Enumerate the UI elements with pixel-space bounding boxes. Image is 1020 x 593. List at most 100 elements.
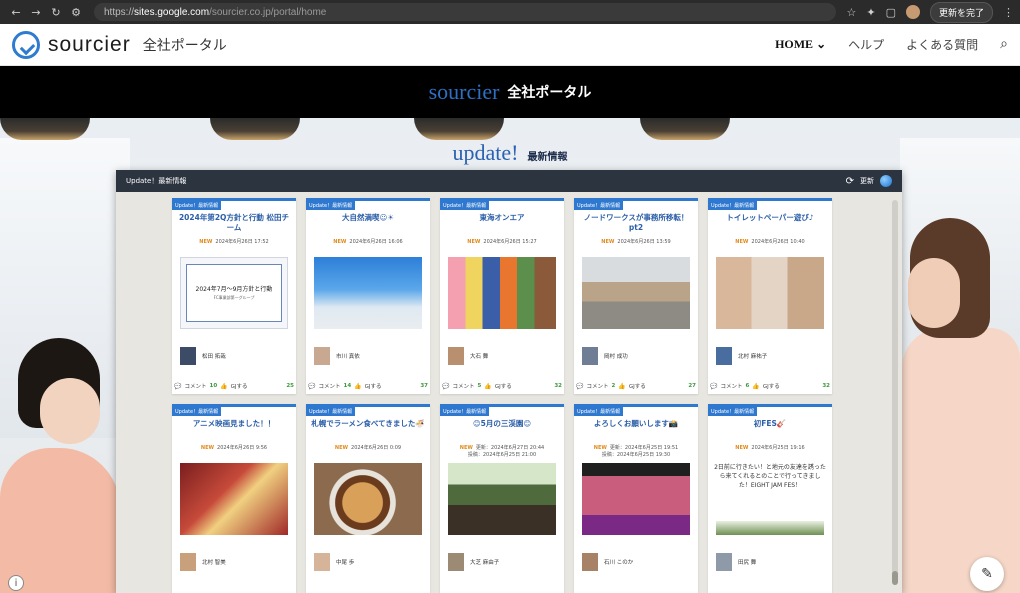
nav-home[interactable]: HOME ⌄: [775, 37, 826, 52]
hero-background: update! 最新情報 Update！最新情報 ⟳ 更新 Update！最新情…: [0, 118, 1020, 593]
card-thumbnail[interactable]: [716, 257, 824, 329]
like-icon[interactable]: 👍: [354, 383, 361, 390]
update-card[interactable]: Update！最新情報 トイレットペーパー遊び♪ NEW 2024年6月26日 1…: [708, 198, 832, 394]
site-brand[interactable]: sourcier: [48, 33, 131, 57]
update-card[interactable]: Update！最新情報 大自然満喫☺☀ NEW 2024年6月26日 16:06 …: [306, 198, 430, 394]
card-thumbnail[interactable]: 2024年7月〜9月方針と行動 FC事業部第一グループ: [180, 257, 288, 329]
comment-icon[interactable]: 💬: [442, 383, 449, 390]
card-title[interactable]: ノードワークスが事務所移転！pt2: [578, 213, 694, 233]
back-icon[interactable]: ←: [6, 6, 26, 19]
card-title[interactable]: 大自然満喫☺☀: [310, 213, 426, 223]
card-thumbnail[interactable]: [582, 463, 690, 535]
comment-label[interactable]: コメント: [586, 382, 608, 390]
update-card[interactable]: Update！最新情報 札幌でラーメン食べてきました🍜 NEW 2024年6月26…: [306, 404, 430, 593]
card-tag: Update！最新情報: [440, 201, 490, 210]
like-label[interactable]: GJする: [629, 382, 646, 390]
update-card[interactable]: Update！最新情報 東海オンエア NEW 2024年6月26日 15:27 大…: [440, 198, 564, 394]
avatar: [180, 553, 196, 571]
comment-label[interactable]: コメント: [452, 382, 474, 390]
like-icon[interactable]: 👍: [220, 383, 227, 390]
card-meta: NEW 2024年6月26日 0:09: [310, 445, 426, 452]
banner-subtitle: 全社ポータル: [507, 85, 592, 101]
like-label[interactable]: GJする: [763, 382, 780, 390]
card-title[interactable]: 東海オンエア: [444, 213, 560, 223]
card-thumbnail[interactable]: [314, 463, 422, 535]
edit-pencil-icon[interactable]: ✎: [970, 557, 1004, 591]
address-bar[interactable]: https:// sites.google.com /sourcier.co.j…: [94, 3, 837, 21]
card-meta: NEW 2024年6月26日 10:40: [712, 239, 828, 246]
card-thumbnail[interactable]: [180, 463, 288, 535]
browser-update-button[interactable]: 更新を完了: [929, 1, 993, 23]
info-icon[interactable]: i: [8, 575, 24, 591]
site-settings-icon[interactable]: ⚙: [66, 6, 86, 19]
card-title[interactable]: 😊5月の三渓園😊: [444, 419, 560, 429]
scrollbar-thumb[interactable]: [892, 571, 898, 585]
comment-icon[interactable]: 💬: [174, 383, 181, 390]
update-card[interactable]: Update！最新情報 2024年第2Q方針と行動 松田チーム NEW 2024年…: [172, 198, 296, 394]
update-card[interactable]: Update！最新情報 初FES🎸 NEW 2024年6月25日 19:16 2日…: [708, 404, 832, 593]
like-icon[interactable]: 👍: [618, 383, 625, 390]
more-menu-icon[interactable]: ⋮: [1003, 6, 1014, 19]
comment-count: 10: [209, 383, 218, 389]
card-date: 2024年6月26日 0:09: [351, 445, 402, 451]
card-thumbnail[interactable]: [448, 463, 556, 535]
new-badge: NEW: [601, 239, 615, 245]
card-tag: Update！最新情報: [306, 201, 356, 210]
globe-icon[interactable]: [880, 175, 892, 187]
new-badge: NEW: [467, 239, 481, 245]
card-tag: Update！最新情報: [440, 407, 490, 416]
update-card[interactable]: Update！最新情報 よろしくお願いします📸 NEW 更新：2024年6月25日…: [574, 404, 698, 593]
card-author: 北村 智美: [180, 553, 226, 571]
pendant-lamp: [640, 118, 730, 140]
new-badge: NEW: [735, 445, 749, 451]
card-title[interactable]: 初FES🎸: [712, 419, 828, 429]
comment-label[interactable]: コメント: [318, 382, 340, 390]
card-title[interactable]: アニメ映画見ました！！: [176, 419, 292, 429]
like-label[interactable]: GJする: [495, 382, 512, 390]
refresh-icon[interactable]: ⟳: [846, 176, 854, 187]
nav-help[interactable]: ヘルプ: [848, 36, 884, 53]
card-author: 田尻 舞: [716, 553, 756, 571]
card-thumbnail[interactable]: [314, 257, 422, 329]
avatar: [314, 347, 330, 365]
card-title[interactable]: 札幌でラーメン食べてきました🍜: [310, 419, 426, 429]
profile-avatar[interactable]: [905, 5, 920, 19]
side-panel-icon[interactable]: ▢: [886, 6, 896, 19]
new-badge: NEW: [200, 445, 215, 451]
nav-faq[interactable]: よくある質問: [906, 36, 978, 53]
card-thumbnail[interactable]: [716, 521, 824, 535]
comment-icon[interactable]: 💬: [576, 383, 583, 390]
url-scheme: https://: [104, 6, 135, 18]
card-date: 2024年6月26日 15:27: [483, 239, 537, 245]
page-banner: sourcier 全社ポータル: [0, 66, 1020, 118]
card-thumbnail[interactable]: [582, 257, 690, 329]
like-label[interactable]: GJする: [365, 382, 382, 390]
reload-icon[interactable]: ↻: [46, 6, 66, 19]
widget-scrollbar[interactable]: [892, 200, 898, 585]
comment-label[interactable]: コメント: [184, 382, 206, 390]
comment-label[interactable]: コメント: [720, 382, 742, 390]
card-title[interactable]: よろしくお願いします📸: [578, 419, 694, 429]
card-title[interactable]: トイレットペーパー遊び♪: [712, 213, 828, 223]
card-thumbnail[interactable]: [448, 257, 556, 329]
forward-icon[interactable]: →: [26, 6, 46, 19]
bookmark-star-icon[interactable]: ☆: [846, 6, 856, 19]
card-title[interactable]: 2024年第2Q方針と行動 松田チーム: [176, 213, 292, 233]
like-icon[interactable]: 👍: [752, 383, 759, 390]
avatar: [582, 347, 598, 365]
extension-icon[interactable]: ✦: [866, 6, 875, 19]
avatar: [582, 553, 598, 571]
avatar: [448, 347, 464, 365]
sourcier-logo-icon[interactable]: [12, 30, 40, 59]
refresh-label[interactable]: 更新: [860, 176, 874, 186]
like-icon[interactable]: 👍: [484, 383, 491, 390]
comment-icon[interactable]: 💬: [308, 383, 315, 390]
like-label[interactable]: GJする: [231, 382, 248, 390]
update-card[interactable]: Update！最新情報 ノードワークスが事務所移転！pt2 NEW 2024年6月…: [574, 198, 698, 394]
comment-icon[interactable]: 💬: [710, 383, 717, 390]
avatar: [716, 553, 732, 571]
update-card[interactable]: Update！最新情報 アニメ映画見ました！！ NEW 2024年6月26日 9:…: [172, 404, 296, 593]
update-card[interactable]: Update！最新情報 😊5月の三渓園😊 NEW 更新：2024年6月27日 20…: [440, 404, 564, 593]
site-subtitle[interactable]: 全社ポータル: [143, 35, 227, 55]
search-icon[interactable]: ⌕: [1000, 37, 1008, 53]
